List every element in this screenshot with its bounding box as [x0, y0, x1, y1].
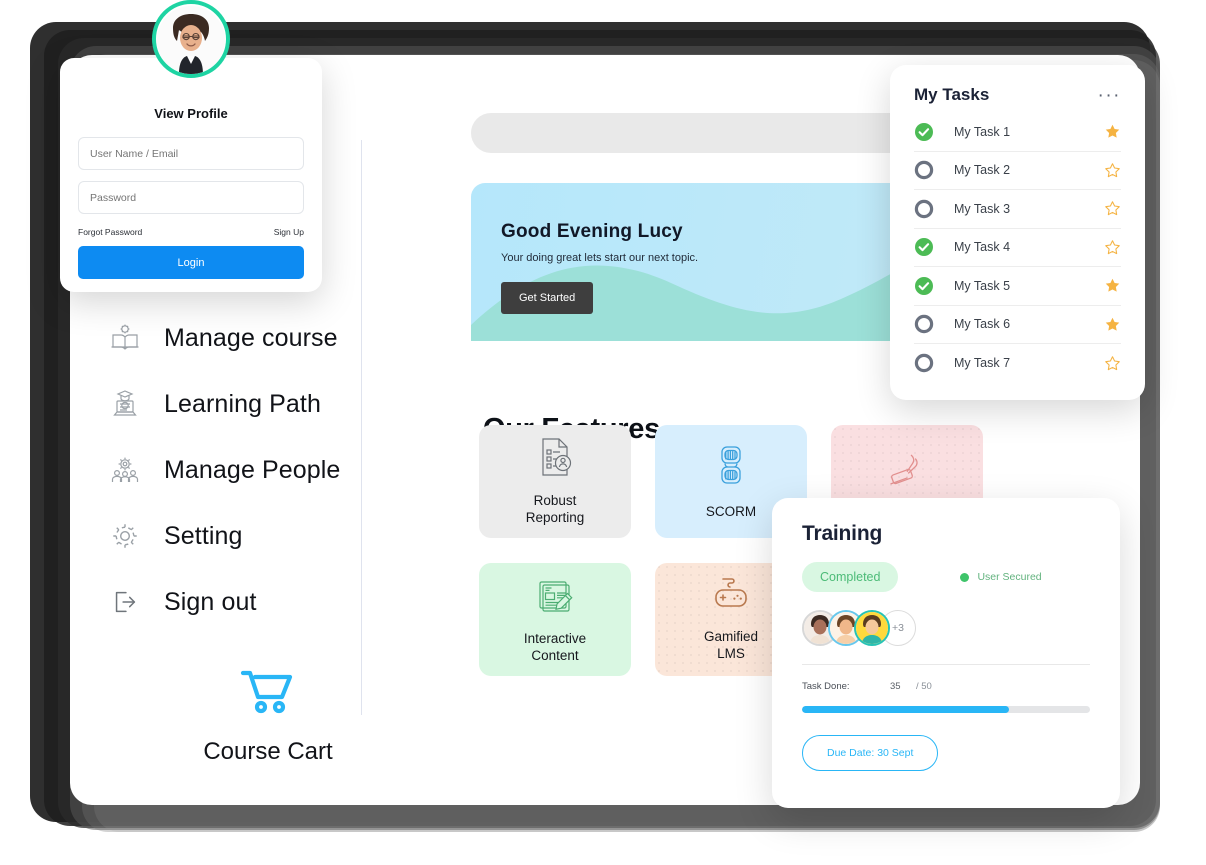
- edit-document-icon: [534, 574, 576, 621]
- sidebar-item-label: Sign out: [164, 587, 257, 616]
- gamepad-icon: [710, 576, 752, 619]
- sidebar-item-label: Manage course: [164, 323, 338, 352]
- sign-out-icon: [108, 585, 142, 619]
- due-date-button[interactable]: Due Date: 30 Sept: [802, 735, 939, 771]
- course-cart-button[interactable]: Course Cart: [178, 665, 358, 766]
- star-filled-icon[interactable]: [1101, 277, 1121, 294]
- shopping-cart-icon: [237, 670, 299, 721]
- task-name: My Task 1: [954, 124, 1011, 139]
- status-dot-icon: [960, 572, 970, 582]
- avatar-group: +3: [802, 610, 1090, 646]
- user-secured-label: User Secured: [977, 571, 1042, 583]
- sidebar-item-label: Setting: [164, 521, 243, 550]
- feature-card-label: Robust Reporting: [525, 493, 585, 525]
- task-total-value: / 50: [916, 681, 932, 692]
- screenshot-stage: Manage course Learning Path Manage Peopl…: [0, 0, 1206, 865]
- sign-up-link[interactable]: Sign Up: [274, 227, 304, 237]
- my-tasks-panel: My Tasks ··· My Task 1 My Task 2 My Task 3…: [890, 65, 1145, 400]
- task-name: My Task 7: [954, 356, 1011, 371]
- task-unchecked-icon[interactable]: [914, 314, 954, 334]
- task-done-label: Task Done:: [802, 681, 850, 692]
- training-card: Training Completed User Secured +3 Task …: [772, 498, 1120, 808]
- feature-card-label: Gamified LMS: [703, 629, 759, 661]
- task-checked-icon[interactable]: [914, 122, 954, 142]
- task-unchecked-icon[interactable]: [914, 199, 954, 219]
- avatar[interactable]: [152, 0, 230, 78]
- forgot-password-link[interactable]: Forgot Password: [78, 227, 142, 237]
- login-button[interactable]: Login: [78, 246, 304, 279]
- gear-icon: [108, 519, 142, 553]
- username-input[interactable]: [78, 137, 304, 170]
- status-badge: Completed: [802, 562, 899, 592]
- task-checked-icon[interactable]: [914, 276, 954, 296]
- sidebar-item-setting[interactable]: Setting: [108, 503, 368, 569]
- task-row[interactable]: My Task 6: [914, 306, 1121, 344]
- book-gear-icon: [108, 321, 142, 355]
- star-filled-icon[interactable]: [1101, 123, 1121, 140]
- more-options-icon[interactable]: ···: [1098, 86, 1121, 105]
- task-row[interactable]: My Task 1: [914, 113, 1121, 152]
- view-profile-link[interactable]: View Profile: [78, 106, 304, 121]
- task-done-value: 35: [890, 681, 901, 692]
- task-checked-icon[interactable]: [914, 237, 954, 257]
- task-row[interactable]: My Task 4: [914, 229, 1121, 267]
- feature-card-label: Interactive Content: [523, 631, 587, 663]
- course-cart-label: Course Cart: [203, 738, 333, 765]
- star-outline-icon[interactable]: [1101, 239, 1121, 256]
- task-name: My Task 6: [954, 317, 1011, 332]
- task-row[interactable]: My Task 2: [914, 152, 1121, 190]
- password-input[interactable]: [78, 181, 304, 214]
- sidebar-item-label: Manage People: [164, 455, 341, 484]
- user-avatar-photo: [157, 6, 225, 74]
- get-started-button[interactable]: Get Started: [501, 282, 594, 314]
- feature-card-robust-reporting[interactable]: Robust Reporting: [479, 425, 631, 538]
- avatar[interactable]: [854, 610, 890, 646]
- task-name: My Task 3: [954, 201, 1011, 216]
- report-document-icon: [535, 436, 575, 483]
- sidebar-item-manage-people[interactable]: Manage People: [108, 437, 368, 503]
- user-secured-indicator: User Secured: [960, 571, 1042, 583]
- my-tasks-title: My Tasks: [914, 85, 990, 104]
- stamp-icon: [884, 448, 930, 499]
- sidebar-item-learning-path[interactable]: Learning Path: [108, 371, 368, 437]
- star-filled-icon[interactable]: [1101, 316, 1121, 333]
- task-row[interactable]: My Task 3: [914, 190, 1121, 229]
- login-card: View Profile Forgot Password Sign Up Log…: [60, 0, 322, 292]
- star-outline-icon[interactable]: [1101, 200, 1121, 217]
- task-row[interactable]: My Task 5: [914, 267, 1121, 306]
- task-name: My Task 2: [954, 163, 1011, 178]
- people-gear-icon: [108, 453, 142, 487]
- progress-bar: [802, 706, 1090, 713]
- progress-bar-fill: [802, 706, 1010, 713]
- sidebar-item-label: Learning Path: [164, 389, 321, 418]
- training-title: Training: [802, 522, 883, 545]
- task-row[interactable]: My Task 7: [914, 344, 1121, 383]
- sidebar-item-sign-out[interactable]: Sign out: [108, 569, 368, 635]
- task-name: My Task 5: [954, 278, 1011, 293]
- sidebar-item-manage-course[interactable]: Manage course: [108, 305, 368, 371]
- divider: [802, 664, 1090, 665]
- star-outline-icon[interactable]: [1101, 355, 1121, 372]
- scorm-icon: [714, 443, 748, 494]
- feature-card-interactive-content[interactable]: Interactive Content: [479, 563, 631, 676]
- sidebar-nav: Manage course Learning Path Manage Peopl…: [108, 305, 368, 635]
- task-unchecked-icon[interactable]: [914, 353, 954, 373]
- star-outline-icon[interactable]: [1101, 162, 1121, 179]
- task-list: My Task 1 My Task 2 My Task 3 My Task 4 My T…: [914, 113, 1121, 383]
- task-unchecked-icon[interactable]: [914, 160, 954, 180]
- feature-card-label: SCORM: [705, 503, 757, 519]
- task-name: My Task 4: [954, 240, 1011, 255]
- graduate-laptop-icon: [108, 387, 142, 421]
